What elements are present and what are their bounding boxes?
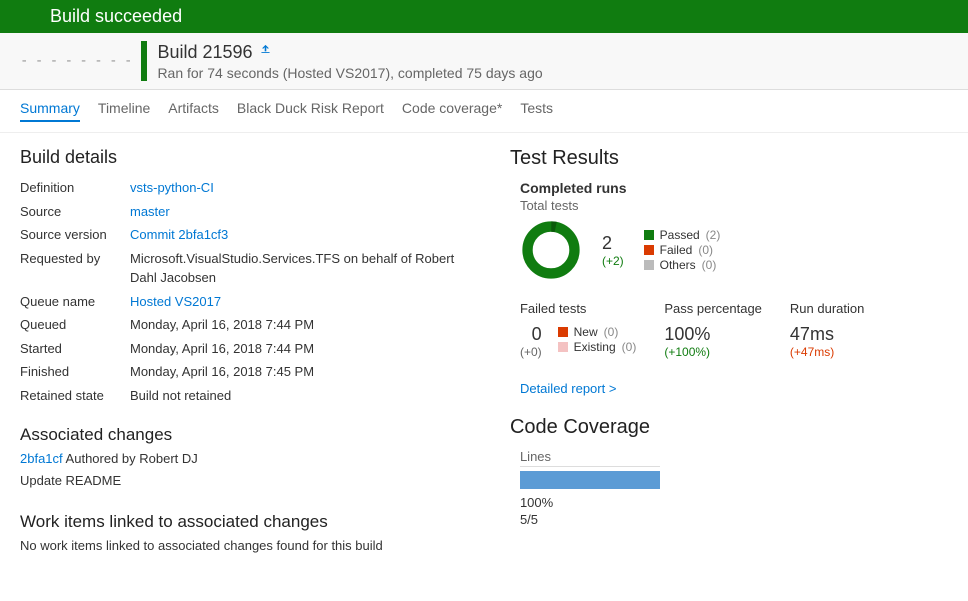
square-icon: [644, 245, 654, 255]
code-coverage-heading: Code Coverage: [510, 416, 948, 439]
row-source: Sourcemaster: [20, 200, 480, 224]
progress-track: - - - - - - - -: [20, 53, 131, 69]
status-text: Build succeeded: [50, 6, 182, 26]
build-title-row: Build 21596: [157, 42, 542, 63]
legend-new: New (0): [558, 325, 637, 339]
row-source-version: Source versionCommit 2bfa1cf3: [20, 223, 480, 247]
tab-bar: Summary Timeline Artifacts Black Duck Ri…: [0, 90, 968, 133]
legend-existing: Existing (0): [558, 340, 637, 354]
square-icon: [644, 260, 654, 270]
associated-heading: Associated changes: [20, 425, 480, 445]
coverage-ratio: 5/5: [520, 512, 948, 527]
associated-change-row: 2bfa1cf Authored by Robert DJ: [20, 449, 480, 469]
failed-tests-value: 0: [520, 324, 542, 345]
failed-legend: New (0) Existing (0): [558, 324, 637, 355]
row-started: StartedMonday, April 16, 2018 7:44 PM: [20, 337, 480, 361]
legend-others: Others (0): [644, 258, 721, 272]
failed-tests-block: Failed tests 0 (+0) New (0) Existing (0): [520, 301, 636, 359]
commit-link[interactable]: Commit 2bfa1cf3: [130, 225, 480, 245]
tab-artifacts[interactable]: Artifacts: [168, 100, 219, 122]
row-retained: Retained stateBuild not retained: [20, 384, 480, 408]
right-column: Test Results Completed runs Total tests …: [510, 147, 948, 556]
definition-link[interactable]: vsts-python-CI: [130, 178, 480, 198]
build-title: Build 21596: [157, 42, 252, 63]
total-tests-delta: (+2): [602, 254, 624, 268]
metrics-row: Failed tests 0 (+0) New (0) Existing (0)…: [520, 301, 948, 359]
left-column: Build details Definitionvsts-python-CI S…: [20, 147, 480, 556]
progress-marker: [141, 41, 147, 81]
status-banner: Build succeeded: [0, 0, 968, 33]
tab-timeline[interactable]: Timeline: [98, 100, 150, 122]
commit-short-link[interactable]: 2bfa1cf: [20, 451, 63, 466]
failed-tests-delta: (+0): [520, 345, 542, 359]
detailed-report-link[interactable]: Detailed report >: [520, 381, 948, 396]
tests-summary: 2 (+2) Passed (2) Failed (0) Others (0): [520, 219, 948, 281]
tab-tests[interactable]: Tests: [520, 100, 553, 122]
total-tests-label: Total tests: [520, 198, 948, 213]
duration-delta: (+47ms): [790, 345, 864, 359]
build-details-heading: Build details: [20, 147, 480, 168]
duration-value: 47ms: [790, 324, 864, 345]
legend-passed: Passed (2): [644, 228, 721, 242]
workitems-empty: No work items linked to associated chang…: [20, 536, 480, 556]
retain-icon[interactable]: [259, 44, 272, 60]
square-icon: [558, 342, 568, 352]
source-link[interactable]: master: [130, 202, 480, 222]
pass-pct-value: 100%: [664, 324, 762, 345]
coverage-bar: [520, 471, 660, 489]
total-tests-value: 2: [602, 233, 624, 254]
row-finished: FinishedMonday, April 16, 2018 7:45 PM: [20, 360, 480, 384]
build-subtitle: Ran for 74 seconds (Hosted VS2017), comp…: [157, 65, 542, 81]
row-queued: QueuedMonday, April 16, 2018 7:44 PM: [20, 313, 480, 337]
test-results-heading: Test Results: [510, 147, 948, 170]
duration-block: Run duration 47ms (+47ms): [790, 301, 864, 359]
tab-coverage[interactable]: Code coverage*: [402, 100, 502, 122]
workitems-heading: Work items linked to associated changes: [20, 512, 480, 532]
total-tests-value-block: 2 (+2): [602, 233, 624, 268]
pass-pct-block: Pass percentage 100% (+100%): [664, 301, 762, 359]
row-definition: Definitionvsts-python-CI: [20, 176, 480, 200]
row-queue-name: Queue nameHosted VS2017: [20, 290, 480, 314]
queue-link[interactable]: Hosted VS2017: [130, 292, 480, 312]
row-requested-by: Requested byMicrosoft.VisualStudio.Servi…: [20, 247, 480, 290]
coverage-lines-label: Lines: [520, 449, 660, 467]
tab-blackduck[interactable]: Black Duck Risk Report: [237, 100, 384, 122]
tests-legend: Passed (2) Failed (0) Others (0): [644, 227, 721, 273]
commit-message: Update README: [20, 471, 480, 491]
tab-summary[interactable]: Summary: [20, 100, 80, 122]
coverage-pct: 100%: [520, 495, 948, 510]
completed-runs-label: Completed runs: [520, 180, 948, 196]
legend-failed: Failed (0): [644, 243, 721, 257]
pass-pct-delta: (+100%): [664, 345, 762, 359]
square-icon: [558, 327, 568, 337]
build-header: - - - - - - - - Build 21596 Ran for 74 s…: [0, 33, 968, 90]
content: Build details Definitionvsts-python-CI S…: [0, 133, 968, 570]
tests-donut-chart: [520, 219, 582, 281]
square-icon: [644, 230, 654, 240]
